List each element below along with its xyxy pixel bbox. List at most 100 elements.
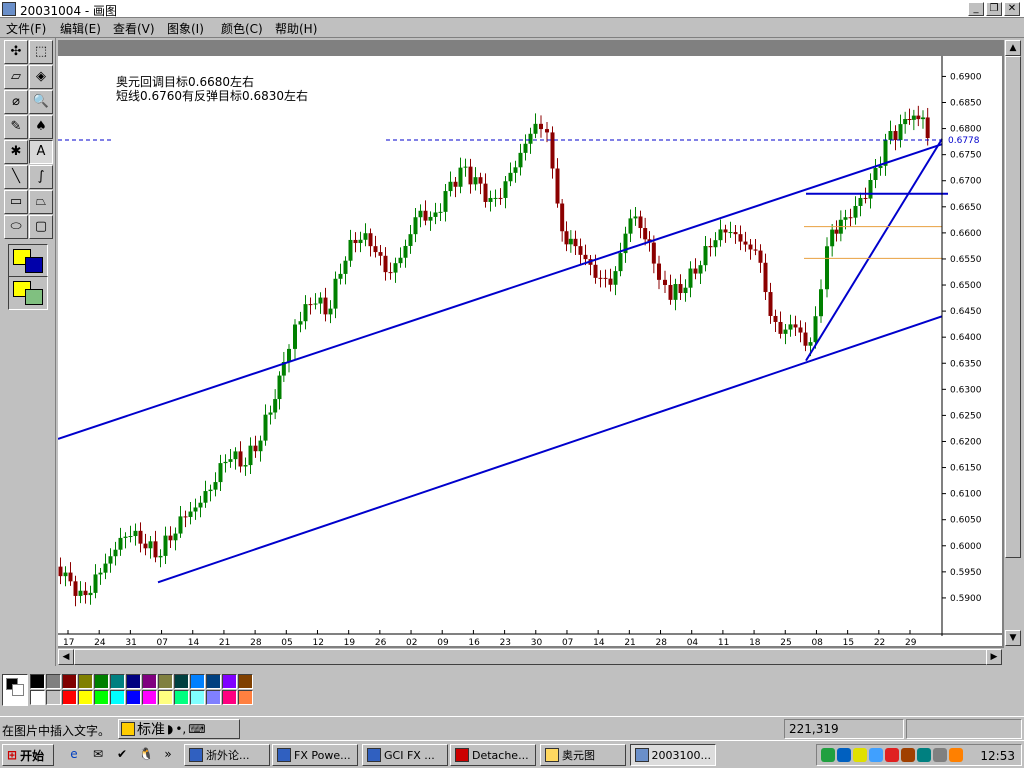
color-swatch[interactable] (78, 674, 93, 689)
scroll-thumb-vertical[interactable] (1005, 56, 1021, 558)
candle-body (483, 183, 488, 202)
magnifier-tool[interactable]: 🔍 (29, 90, 53, 114)
pencil-tool[interactable]: ✎ (4, 115, 28, 139)
punctuation-icon[interactable]: •, (175, 722, 186, 736)
color-swatch[interactable] (30, 690, 45, 705)
current-colors[interactable] (2, 674, 28, 706)
color-swatch[interactable] (222, 674, 237, 689)
task-button-3[interactable]: Detache... (450, 744, 536, 766)
soft-keyboard-icon[interactable]: ⌨ (188, 722, 205, 736)
tray-icon[interactable] (869, 748, 883, 762)
airbrush-tool[interactable]: ✱ (4, 140, 28, 164)
line-tool[interactable]: ╲ (4, 165, 28, 189)
color-swatch[interactable] (142, 690, 157, 705)
candle-body (413, 217, 418, 235)
tray-icon[interactable] (917, 748, 931, 762)
color-swatch[interactable] (190, 674, 205, 689)
color-swatch[interactable] (190, 690, 205, 705)
task-button-0[interactable]: 浙外论... (184, 744, 270, 766)
color-swatch[interactable] (46, 690, 61, 705)
close-button[interactable]: ✕ (1004, 2, 1020, 16)
fill-tool[interactable]: ◈ (29, 65, 53, 89)
transparency-option-opaque[interactable] (8, 244, 48, 278)
color-swatch[interactable] (174, 690, 189, 705)
rounded-rect-tool[interactable]: ▢ (29, 215, 53, 239)
drawing-canvas[interactable]: 0.6900 0.6850 0.6800 0.6750 0.6700 0.6650 0.66… (57, 56, 1002, 648)
start-button[interactable]: ⊞ 开始 (2, 744, 54, 766)
color-swatch[interactable] (110, 674, 125, 689)
color-swatch[interactable] (126, 690, 141, 705)
outlook-icon[interactable]: ✉ (90, 746, 106, 762)
color-swatch[interactable] (206, 690, 221, 705)
horizontal-scrollbar[interactable]: ◀ ▶ (58, 648, 1004, 666)
color-swatch[interactable] (142, 674, 157, 689)
color-swatch[interactable] (94, 690, 109, 705)
free-select-tool[interactable]: ✣ (4, 40, 28, 64)
eraser-tool[interactable]: ▱ (4, 65, 28, 89)
menu-edit[interactable]: 编辑(E) (60, 20, 101, 37)
menu-colors[interactable]: 颜色(C) (221, 20, 263, 37)
candle-body (911, 115, 916, 120)
task-button-2[interactable]: GCI FX ... (362, 744, 448, 766)
transparency-option-transparent[interactable] (8, 276, 48, 310)
task-button-1[interactable]: FX Powe... (272, 744, 358, 766)
scroll-up-button[interactable]: ▲ (1005, 40, 1021, 56)
color-swatch[interactable] (110, 690, 125, 705)
menu-help[interactable]: 帮助(H) (275, 20, 317, 37)
text-tool[interactable]: A (29, 140, 53, 164)
color-swatch[interactable] (238, 674, 253, 689)
y-tick-label: 0.6500 (950, 281, 982, 291)
task-button-5[interactable]: 2003100... (630, 744, 716, 766)
ellipse-tool[interactable]: ⬭ (4, 215, 28, 239)
color-swatch[interactable] (222, 690, 237, 705)
color-swatch[interactable] (158, 690, 173, 705)
color-swatch[interactable] (62, 690, 77, 705)
ime-mode-icon[interactable] (121, 722, 135, 736)
color-swatch[interactable] (94, 674, 109, 689)
tray-icon[interactable] (949, 748, 963, 762)
candle-body (678, 284, 683, 294)
restore-button[interactable]: ❐ (986, 2, 1002, 16)
qq-icon[interactable]: 🐧 (138, 746, 154, 762)
candle-body (638, 216, 643, 229)
color-swatch[interactable] (46, 674, 61, 689)
color-swatch[interactable] (158, 674, 173, 689)
title-bar[interactable]: 20031004 - 画图 _ ❐ ✕ (0, 0, 1024, 18)
ie-icon[interactable]: e (66, 746, 82, 762)
color-swatch[interactable] (238, 690, 253, 705)
tray-icon[interactable] (901, 748, 915, 762)
pick-color-tool[interactable]: ⌀ (4, 90, 28, 114)
menu-image[interactable]: 图象(I) (167, 20, 204, 37)
task-button-4[interactable]: 奥元图 (540, 744, 626, 766)
brush-tool[interactable]: ♠ (29, 115, 53, 139)
scroll-down-button[interactable]: ▼ (1005, 630, 1021, 646)
menu-view[interactable]: 查看(V) (113, 20, 155, 37)
polygon-tool[interactable]: ⏢ (29, 190, 53, 214)
color-swatch[interactable] (126, 674, 141, 689)
tray-icon[interactable] (853, 748, 867, 762)
scroll-left-button[interactable]: ◀ (58, 649, 74, 665)
tray-icon[interactable] (933, 748, 947, 762)
vertical-scrollbar[interactable]: ▲ ▼ (1004, 40, 1022, 648)
scroll-right-button[interactable]: ▶ (986, 649, 1002, 665)
color-swatch[interactable] (206, 674, 221, 689)
color-swatch[interactable] (62, 674, 77, 689)
menu-file[interactable]: 文件(F) (6, 20, 46, 37)
x-tick-label: 28 (656, 638, 668, 646)
tray-icon[interactable] (837, 748, 851, 762)
rect-select-tool[interactable]: ⬚ (29, 40, 53, 64)
color-swatch[interactable] (174, 674, 189, 689)
color-swatch[interactable] (78, 690, 93, 705)
scroll-thumb-horizontal[interactable] (74, 649, 988, 665)
tray-icon[interactable] (885, 748, 899, 762)
ime-toolbar[interactable]: 标准 ◗ •, ⌨ (118, 719, 240, 739)
color-swatch[interactable] (30, 674, 45, 689)
rectangle-tool[interactable]: ▭ (4, 190, 28, 214)
tray-icon[interactable] (821, 748, 835, 762)
curve-tool[interactable]: ∫ (29, 165, 53, 189)
quick-launch-icon[interactable]: ✔ (114, 746, 130, 762)
more-chevron-icon[interactable]: » (160, 746, 176, 762)
task-label: 2003100... (651, 748, 711, 762)
minimize-button[interactable]: _ (968, 2, 984, 16)
half-width-icon[interactable]: ◗ (167, 722, 173, 736)
